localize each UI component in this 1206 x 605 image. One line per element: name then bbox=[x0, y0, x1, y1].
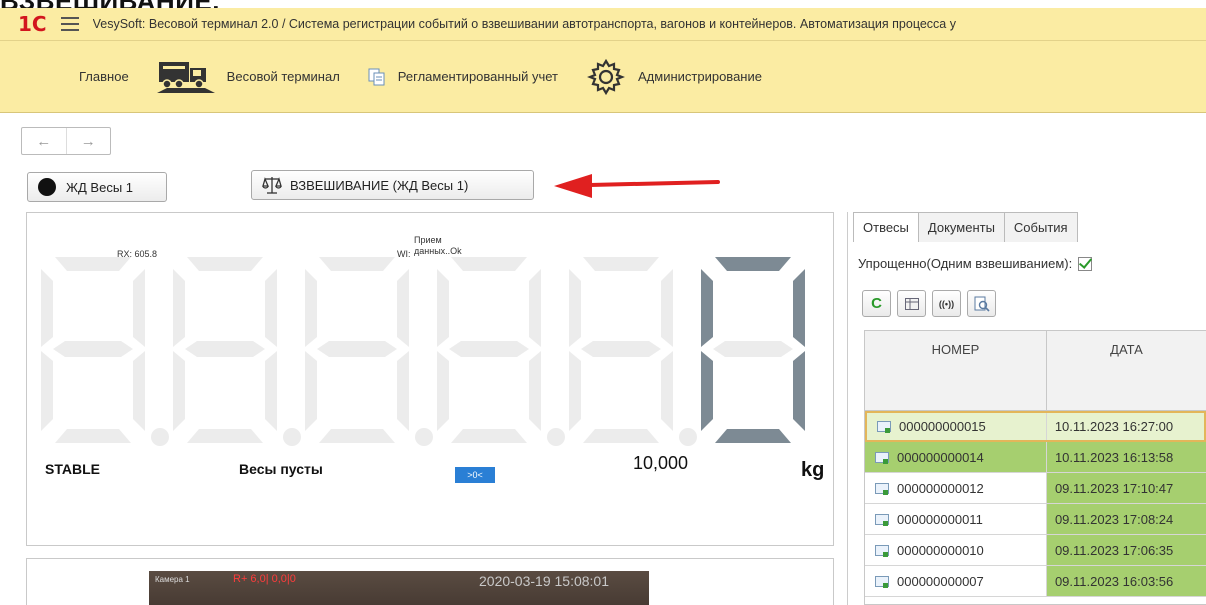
section-label: Администрирование bbox=[638, 69, 762, 84]
right-panel: Отвесы Документы События Упрощенно(Одним… bbox=[847, 212, 1206, 605]
section-administration[interactable]: Администрирование bbox=[586, 57, 762, 97]
row-date-cell: 10.11.2023 16:13:58 bbox=[1047, 442, 1206, 472]
tab-events[interactable]: События bbox=[1003, 212, 1078, 242]
camera-panel: Камера 1 R+ 6,0| 0,0|0 2020-03-19 15:08:… bbox=[26, 558, 834, 605]
row-number: 000000000007 bbox=[897, 573, 984, 589]
row-number-cell: 000000000014 bbox=[865, 442, 1047, 472]
document-icon bbox=[875, 544, 889, 557]
wireless-icon: ((•)) bbox=[938, 298, 955, 309]
row-number-cell: 000000000011 bbox=[865, 504, 1047, 534]
weighing-label: ВЗВЕШИВАНИЕ (ЖД Весы 1) bbox=[290, 177, 469, 193]
grid-toolbar: C ((•)) bbox=[862, 290, 1002, 317]
wi-status-line1: Прием bbox=[414, 235, 442, 245]
row-number-cell: 000000000012 bbox=[865, 473, 1047, 503]
history-nav: ← → bbox=[21, 127, 111, 155]
refresh-icon: C bbox=[871, 295, 882, 312]
title-bar: 1С VesySoft: Весовой терминал 2.0 / Сист… bbox=[0, 8, 1206, 41]
section-label: Весовой терминал bbox=[226, 69, 340, 84]
gear-icon bbox=[586, 57, 626, 97]
document-icon bbox=[877, 421, 891, 433]
scales-icon bbox=[262, 175, 282, 195]
row-date: 10.11.2023 16:27:00 bbox=[1054, 419, 1174, 434]
row-date: 09.11.2023 16:03:56 bbox=[1054, 573, 1174, 589]
preview-icon bbox=[974, 296, 990, 312]
weighings-table: НОМЕР ДАТА 000000000015 10.11.2023 16:27… bbox=[864, 330, 1206, 605]
scale-empty-status: Весы пусты bbox=[239, 461, 323, 477]
table-header: НОМЕР ДАТА bbox=[865, 331, 1206, 411]
row-date: 10.11.2023 16:13:58 bbox=[1054, 449, 1174, 465]
row-date-cell: 10.11.2023 16:27:00 bbox=[1047, 413, 1204, 440]
row-number: 000000000015 bbox=[899, 419, 986, 434]
hamburger-icon[interactable] bbox=[60, 17, 79, 31]
annotation-arrow-icon bbox=[554, 174, 720, 198]
wireless-button[interactable]: ((•)) bbox=[932, 290, 961, 317]
scale-status-icon bbox=[38, 178, 56, 196]
column-number[interactable]: НОМЕР bbox=[865, 331, 1047, 410]
simple-mode-row: Упрощенно(Одним взвешиванием): bbox=[858, 256, 1093, 271]
refresh-button[interactable]: C bbox=[862, 290, 891, 317]
camera-frame[interactable]: Камера 1 R+ 6,0| 0,0|0 2020-03-19 15:08:… bbox=[149, 571, 649, 605]
document-icon bbox=[875, 575, 889, 588]
column-date[interactable]: ДАТА bbox=[1047, 331, 1206, 410]
camera-overlay: R+ 6,0| 0,0|0 bbox=[233, 573, 296, 585]
truck-icon bbox=[156, 60, 215, 94]
tab-weighings[interactable]: Отвесы bbox=[853, 212, 919, 242]
back-button[interactable]: ← bbox=[22, 128, 67, 154]
row-number: 000000000011 bbox=[897, 511, 983, 527]
section-label: Регламентированный учет bbox=[397, 69, 558, 84]
table-icon bbox=[904, 297, 919, 310]
documents-icon bbox=[368, 68, 386, 86]
row-number-cell: 000000000015 bbox=[867, 413, 1047, 440]
forward-button[interactable]: → bbox=[67, 128, 111, 154]
table-row[interactable]: 000000000014 10.11.2023 16:13:58 bbox=[865, 442, 1206, 473]
weighing-button[interactable]: ВЗВЕШИВАНИЕ (ЖД Весы 1) bbox=[251, 170, 534, 200]
scale-display-panel: RX: 605.8 WI: Прием данных..Ok STABLE Ве… bbox=[26, 212, 834, 546]
row-number: 000000000010 bbox=[897, 542, 984, 558]
row-number-cell: 000000000007 bbox=[865, 566, 1047, 596]
stable-status: STABLE bbox=[45, 461, 100, 477]
camera-label: Камера 1 bbox=[155, 575, 190, 584]
zero-indicator: >0< bbox=[455, 467, 495, 483]
table-row[interactable]: 000000000010 09.11.2023 17:06:35 bbox=[865, 535, 1206, 566]
row-number-cell: 000000000010 bbox=[865, 535, 1047, 565]
sections-panel: Главное Весовой терминал Регламентирован… bbox=[0, 41, 1206, 113]
document-icon bbox=[875, 451, 889, 464]
hamburger-icon bbox=[27, 63, 67, 91]
seven-segment-display bbox=[41, 257, 805, 446]
tab-documents[interactable]: Документы bbox=[917, 212, 1005, 242]
scale-select-label: ЖД Весы 1 bbox=[66, 179, 134, 195]
simple-mode-checkbox[interactable] bbox=[1078, 256, 1093, 271]
tab-bar: Отвесы Документы События bbox=[853, 212, 1078, 242]
row-date-cell: 09.11.2023 16:03:56 bbox=[1046, 566, 1206, 596]
table-row[interactable]: 000000000007 09.11.2023 16:03:56 bbox=[865, 566, 1206, 597]
table-row[interactable]: 000000000012 09.11.2023 17:10:47 bbox=[865, 473, 1206, 504]
row-date: 09.11.2023 17:08:24 bbox=[1054, 511, 1174, 527]
row-date-cell: 09.11.2023 17:06:35 bbox=[1046, 535, 1206, 565]
row-date: 09.11.2023 17:06:35 bbox=[1054, 542, 1174, 558]
section-regulated-accounting[interactable]: Регламентированный учет bbox=[368, 68, 558, 86]
dim-digits bbox=[41, 257, 697, 446]
max-capacity: 10,000 bbox=[633, 453, 689, 473]
section-label: Главное bbox=[79, 69, 129, 84]
row-date-cell: 09.11.2023 17:08:24 bbox=[1046, 504, 1206, 534]
camera-timestamp: 2020-03-19 15:08:01 bbox=[479, 573, 609, 589]
row-number: 000000000014 bbox=[897, 449, 984, 465]
table-row[interactable]: 000000000011 09.11.2023 17:08:24 bbox=[865, 504, 1206, 535]
row-date-cell: 09.11.2023 17:10:47 bbox=[1046, 473, 1206, 503]
app-logo[interactable]: 1С bbox=[18, 12, 47, 36]
weight-unit: kg bbox=[801, 459, 825, 481]
window-title: VesySoft: Весовой терминал 2.0 / Система… bbox=[92, 17, 956, 31]
section-main[interactable]: Главное bbox=[27, 63, 129, 91]
document-icon bbox=[875, 513, 889, 526]
table-row[interactable]: 000000000015 10.11.2023 16:27:00 bbox=[865, 411, 1206, 442]
simple-mode-label: Упрощенно(Одним взвешиванием): bbox=[858, 256, 1073, 271]
row-number: 000000000012 bbox=[897, 480, 984, 496]
scale-select-button[interactable]: ЖД Весы 1 bbox=[27, 172, 167, 202]
preview-button[interactable] bbox=[967, 290, 996, 317]
row-date: 09.11.2023 17:10:47 bbox=[1054, 480, 1174, 496]
document-icon bbox=[875, 482, 889, 495]
section-weighing-terminal[interactable]: Весовой терминал bbox=[156, 60, 340, 94]
table-view-button[interactable] bbox=[897, 290, 926, 317]
